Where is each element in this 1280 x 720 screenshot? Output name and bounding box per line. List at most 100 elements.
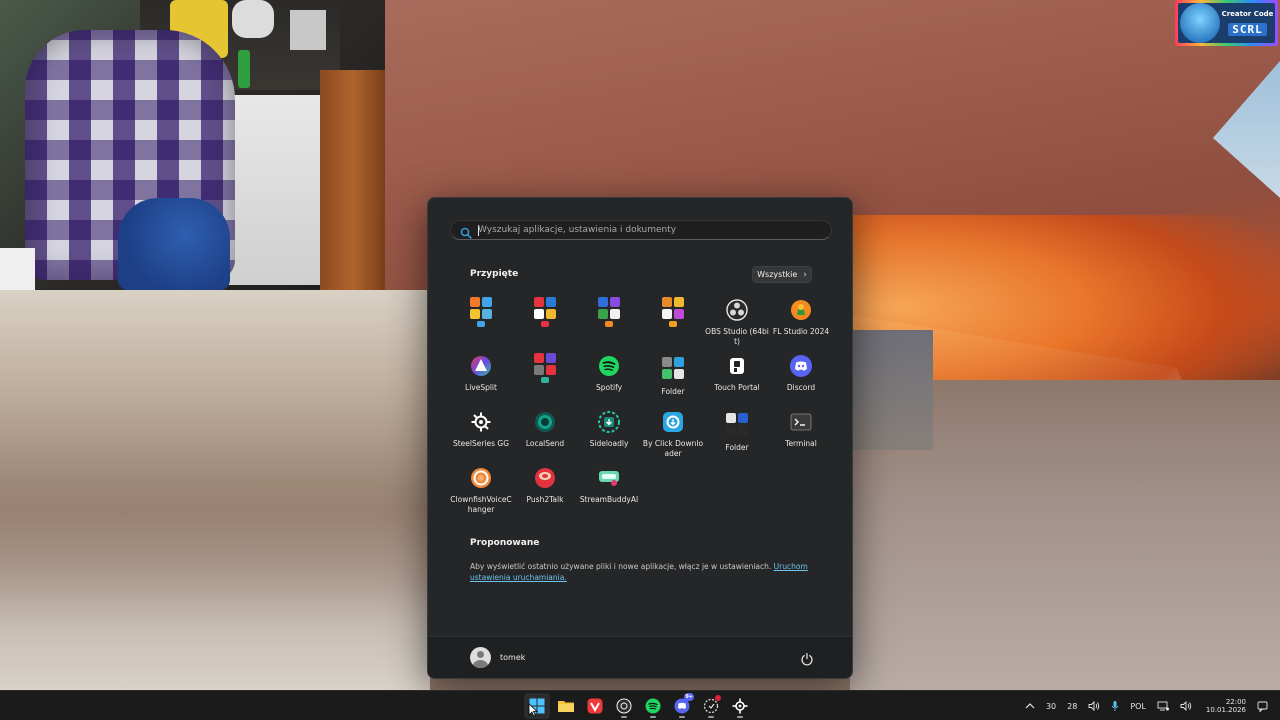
pinned-app-label: Touch Portal bbox=[714, 383, 760, 392]
fl-studio-icon bbox=[788, 297, 814, 323]
touch-portal-icon bbox=[724, 353, 750, 379]
clownfish-icon bbox=[468, 465, 494, 491]
search-input[interactable] bbox=[478, 225, 831, 235]
taskbar: 9+ 30 28 POL 22:00 10.01.2026 bbox=[0, 690, 1280, 720]
pinned-app-tile[interactable]: LocalSend bbox=[513, 406, 577, 462]
streambuddy-icon bbox=[596, 465, 622, 491]
pinned-app-label: Discord bbox=[786, 383, 816, 392]
pinned-app-tile[interactable]: SteelSeries GG bbox=[449, 406, 513, 462]
webcam-desk bbox=[220, 95, 320, 285]
taskbar-apps: 9+ bbox=[524, 693, 753, 719]
pinned-apps-grid: OBS Studio (64bit) FL Studio 2024 LiveSpli… bbox=[449, 294, 833, 518]
pinned-app-tile[interactable]: Sideloadly bbox=[577, 406, 641, 462]
all-apps-button[interactable]: Wszystkie › bbox=[752, 266, 812, 283]
spotify-taskbar-button[interactable] bbox=[640, 693, 666, 719]
clock[interactable]: 22:00 10.01.2026 bbox=[1206, 698, 1246, 714]
webcam-bottle bbox=[238, 50, 250, 88]
discord-taskbar-button[interactable]: 9+ bbox=[669, 693, 695, 719]
spotify-taskbar-icon bbox=[645, 698, 661, 714]
app-taskbar-button[interactable] bbox=[698, 693, 724, 719]
pinned-app-tile[interactable]: StreamBuddyAI bbox=[577, 462, 641, 518]
start-menu: Przypięte Wszystkie › OBS Studio (64bit)… bbox=[427, 197, 853, 679]
pinned-app-label: ClownfishVoiceChanger bbox=[450, 495, 512, 514]
pinned-app-tile[interactable]: ClownfishVoiceChanger bbox=[449, 462, 513, 518]
microphone-icon[interactable] bbox=[1111, 700, 1119, 712]
power-icon[interactable] bbox=[800, 651, 814, 666]
badge-inner: Creator Code SCRL bbox=[1178, 3, 1275, 43]
running-indicator bbox=[679, 716, 685, 718]
pinned-app-tile[interactable]: Touch Portal bbox=[705, 350, 769, 406]
pinned-app-label: FL Studio 2024 bbox=[772, 327, 830, 336]
pinned-app-label: OBS Studio (64bit) bbox=[705, 327, 769, 346]
pinned-app-tile[interactable]: Discord bbox=[769, 350, 833, 406]
pinned-app-label: By Click Downloader bbox=[642, 439, 704, 458]
proposed-title: Proponowane bbox=[470, 538, 540, 548]
network-icon[interactable] bbox=[1157, 701, 1169, 711]
speaker-icon[interactable] bbox=[1088, 701, 1100, 711]
wallpaper-shadow bbox=[853, 330, 933, 450]
pinned-app-tile[interactable] bbox=[513, 350, 577, 406]
mouse-cursor-icon bbox=[528, 703, 538, 717]
webcam-cushion bbox=[118, 198, 230, 290]
pinned-app-tile[interactable]: FL Studio 2024 bbox=[769, 294, 833, 350]
vivaldi-icon bbox=[587, 698, 603, 714]
webcam-object bbox=[0, 248, 35, 290]
obs-taskbar-button[interactable] bbox=[611, 693, 637, 719]
running-indicator bbox=[737, 716, 743, 718]
pinned-title: Przypięte bbox=[470, 269, 519, 279]
webcam-overlay bbox=[0, 0, 385, 290]
pinned-app-tile[interactable] bbox=[513, 294, 577, 350]
pinned-app-label: StreamBuddyAI bbox=[579, 495, 639, 504]
pinned-app-label: Sideloadly bbox=[589, 439, 629, 448]
mascot-icon bbox=[1180, 3, 1220, 43]
livesplit-icon bbox=[468, 353, 494, 379]
search-box[interactable] bbox=[450, 220, 832, 240]
pinned-app-tile[interactable] bbox=[641, 294, 705, 350]
folder-grid-icon bbox=[532, 297, 558, 327]
pinned-app-tile[interactable]: LiveSplit bbox=[449, 350, 513, 406]
language-indicator[interactable]: POL bbox=[1130, 702, 1146, 711]
webcam-box bbox=[290, 10, 326, 50]
badge-code: SCRL bbox=[1228, 22, 1267, 36]
sideloadly-icon bbox=[596, 409, 622, 435]
tray-value-a[interactable]: 30 bbox=[1046, 702, 1056, 711]
webcam-plush bbox=[232, 0, 274, 38]
pinned-app-label: Terminal bbox=[785, 439, 817, 448]
chevron-up-icon[interactable] bbox=[1025, 702, 1035, 710]
tray-value-b[interactable]: 28 bbox=[1067, 702, 1077, 711]
user-name[interactable]: tomek bbox=[500, 653, 525, 662]
clock-date: 10.01.2026 bbox=[1205, 706, 1246, 714]
file-explorer-button[interactable] bbox=[553, 693, 579, 719]
pinned-app-tile[interactable]: Folder bbox=[641, 350, 705, 406]
pinned-app-tile[interactable] bbox=[449, 294, 513, 350]
obs-taskbar-icon bbox=[616, 698, 632, 714]
volume-icon[interactable] bbox=[1180, 701, 1192, 711]
pinned-app-label: Push2Talk bbox=[526, 495, 564, 504]
pinned-app-tile[interactable]: Push2Talk bbox=[513, 462, 577, 518]
pinned-app-tile[interactable]: Spotify bbox=[577, 350, 641, 406]
steelseries-taskbar-button[interactable] bbox=[727, 693, 753, 719]
steelseries-icon bbox=[468, 409, 494, 435]
pinned-app-tile[interactable]: Folder bbox=[705, 406, 769, 462]
pinned-app-label: Spotify bbox=[595, 383, 623, 392]
pinned-app-tile[interactable]: Terminal bbox=[769, 406, 833, 462]
creator-code-badge: Creator Code SCRL bbox=[1175, 0, 1278, 46]
notification-icon[interactable] bbox=[1257, 701, 1268, 712]
pinned-app-label: LocalSend bbox=[525, 439, 565, 448]
chevron-right-icon: › bbox=[803, 269, 807, 280]
user-avatar[interactable] bbox=[470, 647, 491, 668]
notification-badge: 9+ bbox=[684, 693, 694, 701]
pinned-app-label: SteelSeries GG bbox=[452, 439, 510, 448]
spotify-icon bbox=[596, 353, 622, 379]
folder-grid-icon bbox=[596, 297, 622, 327]
search-icon bbox=[460, 224, 472, 239]
obs-icon bbox=[724, 297, 750, 323]
badge-title: Creator Code bbox=[1221, 9, 1274, 18]
vivaldi-button[interactable] bbox=[582, 693, 608, 719]
pinned-app-tile[interactable]: By Click Downloader bbox=[641, 406, 705, 462]
pinned-app-tile[interactable]: OBS Studio (64bit) bbox=[705, 294, 769, 350]
alert-dot bbox=[715, 695, 721, 701]
folder-grid-icon bbox=[660, 297, 686, 327]
pinned-app-tile[interactable] bbox=[577, 294, 641, 350]
discord-icon bbox=[788, 353, 814, 379]
